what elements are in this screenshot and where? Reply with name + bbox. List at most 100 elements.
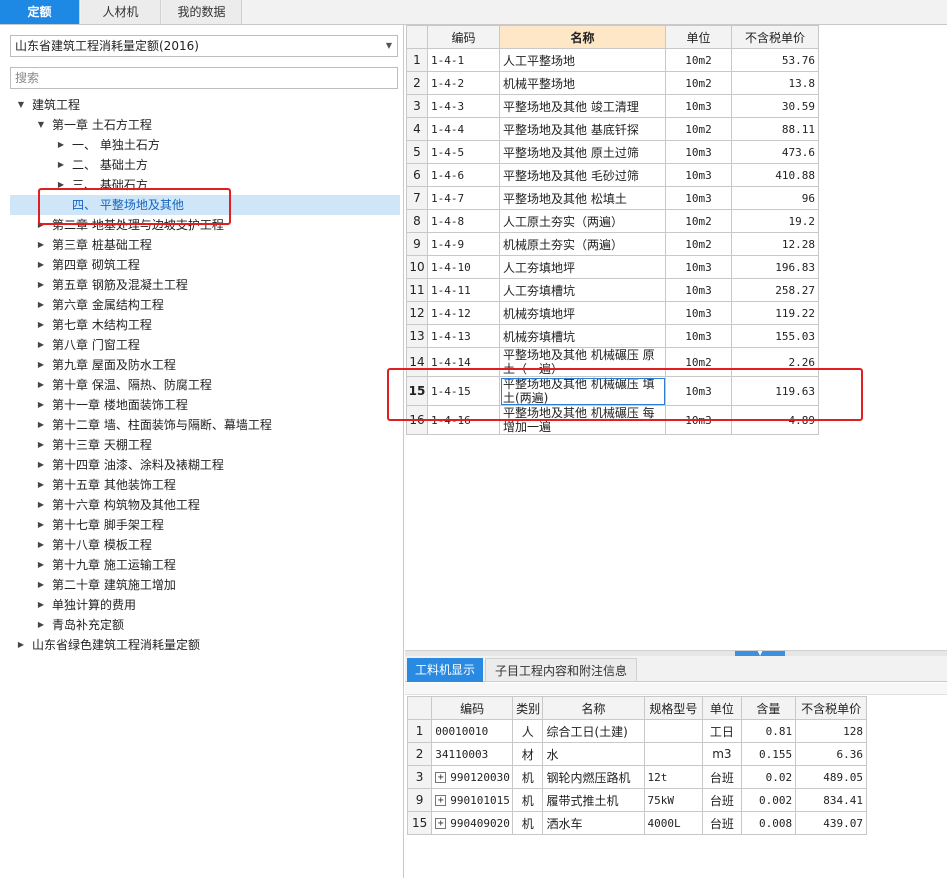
tree-node[interactable]: ▶ 第三章 桩基础工程 (10, 235, 400, 255)
chevron-down-icon[interactable]: ▼ (386, 36, 392, 56)
column-header-name[interactable]: 名称 (499, 25, 666, 49)
tab-quota[interactable]: 定额 (0, 0, 80, 24)
table-row[interactable]: 2 1-4-2 机械平整场地 10m2 13.8 (406, 71, 819, 95)
caret-right-icon[interactable]: ▶ (36, 535, 46, 555)
caret-right-icon[interactable]: ▶ (36, 455, 46, 475)
cell-code[interactable]: 1-4-2 (427, 71, 500, 95)
table-row[interactable]: 12 1-4-12 机械夯填地坪 10m3 119.22 (406, 301, 819, 325)
cell-type[interactable]: 机 (512, 788, 544, 812)
cell-name[interactable]: 平整场地及其他 机械碾压 填土(两遍) (499, 376, 666, 406)
table-row[interactable]: 9 1-4-9 机械原土夯实（两遍） 10m2 12.28 (406, 232, 819, 256)
column-header-code[interactable]: 编码 (427, 25, 500, 49)
cell-code[interactable]: 1-4-1 (427, 48, 500, 72)
cell-code[interactable]: 1-4-7 (427, 186, 500, 210)
expand-plus-icon[interactable]: + (435, 772, 447, 783)
row-number[interactable]: 9 (406, 788, 433, 812)
cell-name[interactable]: 平整场地及其他 竣工清理 (499, 94, 666, 118)
cell-unit[interactable]: 10m2 (665, 71, 732, 95)
cell-price[interactable]: 4.89 (731, 405, 819, 435)
tree-node[interactable]: ▶ 第十五章 其他装饰工程 (10, 475, 400, 495)
search-input[interactable] (10, 67, 398, 89)
caret-right-icon[interactable]: ▶ (36, 335, 46, 355)
cell-code[interactable]: 1-4-14 (427, 347, 500, 377)
row-number[interactable]: 1 (406, 48, 428, 72)
cell-unit[interactable]: 10m3 (665, 140, 732, 164)
row-number[interactable]: 14 (406, 347, 428, 377)
table-row[interactable]: 8 1-4-8 人工原土夯实（两遍） 10m2 19.2 (406, 209, 819, 233)
caret-right-icon[interactable]: ▶ (36, 435, 46, 455)
row-number[interactable]: 1 (406, 719, 433, 743)
caret-right-icon[interactable]: ▶ (16, 635, 26, 655)
table-row[interactable]: 7 1-4-7 平整场地及其他 松填土 10m3 96 (406, 186, 819, 210)
cell-price[interactable]: 128 (795, 719, 867, 743)
cell-name[interactable]: 平整场地及其他 原土过筛 (499, 140, 666, 164)
expand-plus-icon[interactable]: + (435, 818, 447, 829)
cell-name[interactable]: 水 (542, 742, 645, 766)
cell-price[interactable]: 439.07 (795, 811, 867, 835)
caret-down-icon[interactable]: ▼ (36, 115, 46, 135)
table-row[interactable]: 15 1-4-15 平整场地及其他 机械碾压 填土(两遍) 10m3 119.63 (406, 376, 819, 406)
row-number[interactable]: 11 (406, 278, 428, 302)
cell-name[interactable]: 洒水车 (542, 811, 645, 835)
cell-type[interactable]: 材 (512, 742, 544, 766)
cell-unit[interactable]: 10m3 (665, 255, 732, 279)
row-number[interactable]: 5 (406, 140, 428, 164)
tree-node[interactable]: ▶ 二、 基础土方 (10, 155, 400, 175)
cell-code[interactable]: +990101015 (431, 788, 514, 812)
caret-right-icon[interactable]: ▶ (36, 515, 46, 535)
table-row[interactable]: 16 1-4-16 平整场地及其他 机械碾压 每增加一遍 10m3 4.89 (406, 405, 819, 435)
table-row[interactable]: 13 1-4-13 机械夯填槽坑 10m3 155.03 (406, 324, 819, 348)
cell-unit[interactable]: 10m3 (665, 163, 732, 187)
row-number[interactable]: 15 (406, 811, 433, 835)
caret-right-icon[interactable]: ▶ (36, 255, 46, 275)
table-row[interactable]: 10 1-4-10 人工夯填地坪 10m3 196.83 (406, 255, 819, 279)
cell-price[interactable]: 30.59 (731, 94, 819, 118)
cell-code[interactable]: +990409020 (431, 811, 514, 835)
cell-code[interactable]: 1-4-3 (427, 94, 500, 118)
cell-name[interactable]: 人工平整场地 (499, 48, 666, 72)
tree-node[interactable]: 四、 平整场地及其他 (10, 195, 400, 215)
cell-price[interactable]: 410.88 (731, 163, 819, 187)
cell-unit[interactable]: 台班 (702, 811, 742, 835)
row-number[interactable]: 2 (406, 742, 433, 766)
tree-node[interactable]: ▶ 第十六章 构筑物及其他工程 (10, 495, 400, 515)
caret-right-icon[interactable]: ▶ (36, 215, 46, 235)
cell-quantity[interactable]: 0.155 (740, 742, 797, 766)
tree-node[interactable]: ▶ 第五章 钢筋及混凝土工程 (10, 275, 400, 295)
tree-node[interactable]: ▶ 第十三章 天棚工程 (10, 435, 400, 455)
cell-unit[interactable]: 10m3 (665, 186, 732, 210)
cell-code[interactable]: 00010010 (431, 719, 514, 743)
cell-price[interactable]: 12.28 (731, 232, 819, 256)
cell-unit[interactable]: 工日 (702, 719, 742, 743)
cell-name[interactable]: 机械夯填槽坑 (499, 324, 666, 348)
table-row[interactable]: 3 +990120030 机钢轮内燃压路机 12t 台班 0.02 489.05 (406, 765, 867, 789)
cell-price[interactable]: 119.63 (731, 376, 819, 406)
tree-node[interactable]: ▶ 第九章 屋面及防水工程 (10, 355, 400, 375)
cell-name[interactable]: 人工夯填槽坑 (499, 278, 666, 302)
cell-quantity[interactable]: 0.002 (740, 788, 797, 812)
tree-node[interactable]: ▶ 第十章 保温、隔热、防腐工程 (10, 375, 400, 395)
table-row[interactable]: 15 +990409020 机洒水车 4000L 台班 0.008 439.07 (406, 811, 867, 835)
tree-node[interactable]: ▶ 第十九章 施工运输工程 (10, 555, 400, 575)
tab-resource-display[interactable]: 工料机显示 (407, 658, 483, 682)
cell-price[interactable]: 19.2 (731, 209, 819, 233)
table-row[interactable]: 1 00010010 人综合工日(土建) 工日 0.81 128 (406, 719, 867, 743)
caret-right-icon[interactable]: ▶ (36, 295, 46, 315)
caret-right-icon[interactable]: ▶ (36, 415, 46, 435)
cell-unit[interactable]: 台班 (702, 788, 742, 812)
column-header-unit[interactable]: 单位 (702, 696, 742, 720)
cell-name[interactable]: 履带式推土机 (542, 788, 645, 812)
row-number[interactable]: 12 (406, 301, 428, 325)
column-header-spec[interactable]: 规格型号 (643, 696, 704, 720)
caret-right-icon[interactable]: ▶ (56, 155, 66, 175)
row-number[interactable]: 13 (406, 324, 428, 348)
row-number[interactable]: 8 (406, 209, 428, 233)
table-row[interactable]: 4 1-4-4 平整场地及其他 基底钎探 10m2 88.11 (406, 117, 819, 141)
tab-my-data[interactable]: 我的数据 (162, 0, 242, 24)
tab-work-content-notes[interactable]: 子目工程内容和附注信息 (485, 658, 637, 682)
table-row[interactable]: 11 1-4-11 人工夯填槽坑 10m3 258.27 (406, 278, 819, 302)
tree-node[interactable]: ▶ 第十二章 墙、柱面装饰与隔断、幕墙工程 (10, 415, 400, 435)
cell-name[interactable]: 机械夯填地坪 (499, 301, 666, 325)
cell-code[interactable]: 1-4-6 (427, 163, 500, 187)
cell-price[interactable]: 834.41 (795, 788, 867, 812)
